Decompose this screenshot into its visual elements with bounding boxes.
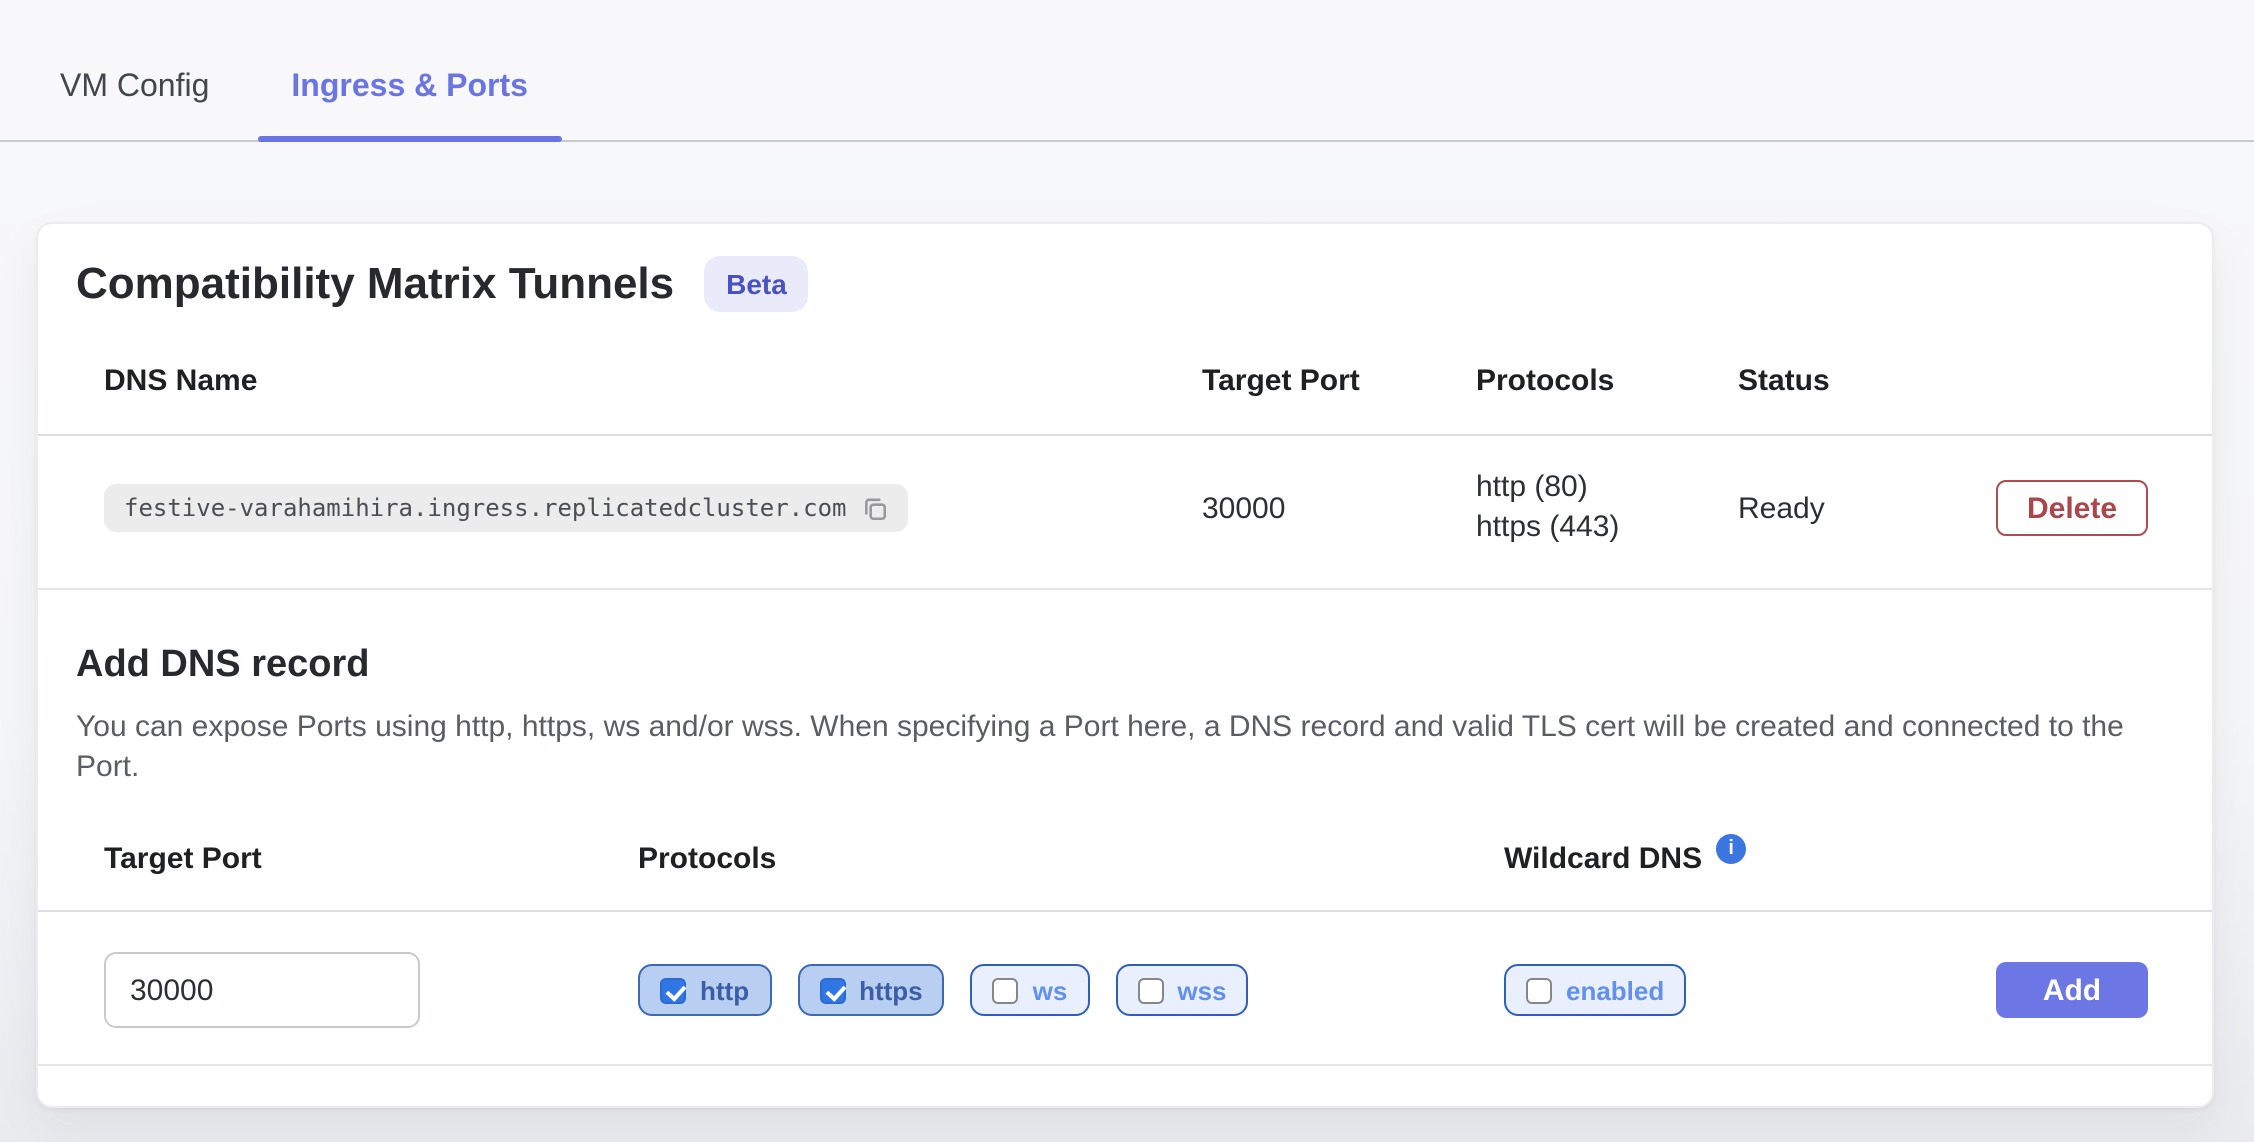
protocol-checkbox-https[interactable]: https xyxy=(797,964,945,1016)
row-target-port: 30000 xyxy=(1202,491,1476,525)
checkbox-unchecked-icon xyxy=(1137,977,1163,1003)
add-form-header: Target Port Protocols Wildcard DNS i xyxy=(38,842,2212,912)
label-target-port: Target Port xyxy=(104,842,638,876)
label-protocols: Protocols xyxy=(638,842,1504,876)
add-button[interactable]: Add xyxy=(1996,962,2148,1018)
tab-vm-config[interactable]: VM Config xyxy=(60,36,209,140)
col-header-target-port: Target Port xyxy=(1202,364,1476,398)
col-header-status: Status xyxy=(1738,364,1996,398)
wildcard-enabled-label: enabled xyxy=(1566,975,1664,1005)
copy-icon[interactable] xyxy=(862,495,888,521)
card-header: Compatibility Matrix Tunnels Beta xyxy=(38,224,2212,312)
dns-name-text: festive-varahamihira.ingress.replicatedc… xyxy=(124,494,846,522)
protocol-label-wss: wss xyxy=(1177,975,1226,1005)
protocol-checkbox-http[interactable]: http xyxy=(638,964,771,1016)
compatibility-matrix-tunnels-card: Compatibility Matrix Tunnels Beta DNS Na… xyxy=(36,222,2214,1108)
row-protocol-http: http (80) xyxy=(1476,468,1738,508)
wildcard-enabled-checkbox[interactable]: enabled xyxy=(1504,964,1686,1016)
card-title: Compatibility Matrix Tunnels xyxy=(76,256,674,312)
protocol-checkbox-ws[interactable]: ws xyxy=(971,964,1090,1016)
protocol-label-https: https xyxy=(859,975,923,1005)
add-form-row: http https ws wss enabled xyxy=(38,912,2212,1066)
row-status: Ready xyxy=(1738,491,1996,525)
table-row: festive-varahamihira.ingress.replicatedc… xyxy=(38,436,2212,590)
checkbox-checked-icon xyxy=(819,977,845,1003)
delete-button[interactable]: Delete xyxy=(1996,480,2148,536)
col-header-dns-name: DNS Name xyxy=(104,364,1202,398)
checkbox-checked-icon xyxy=(660,977,686,1003)
tab-bar: VM Config Ingress & Ports xyxy=(0,0,2254,142)
protocol-checkbox-group: http https ws wss xyxy=(638,964,1504,1016)
add-dns-record-description: You can expose Ports using http, https, … xyxy=(76,708,2166,786)
protocol-label-http: http xyxy=(700,975,749,1005)
beta-badge: Beta xyxy=(704,256,809,312)
tunnels-table-header: DNS Name Target Port Protocols Status xyxy=(38,364,2212,436)
tab-ingress-ports[interactable]: Ingress & Ports xyxy=(257,36,562,140)
dns-name-pill: festive-varahamihira.ingress.replicatedc… xyxy=(104,484,908,532)
protocol-label-ws: ws xyxy=(1033,975,1068,1005)
row-protocol-https: https (443) xyxy=(1476,508,1738,548)
info-icon[interactable]: i xyxy=(1716,834,1746,864)
target-port-input[interactable] xyxy=(104,952,420,1028)
protocol-checkbox-wss[interactable]: wss xyxy=(1115,964,1248,1016)
col-header-protocols: Protocols xyxy=(1476,364,1738,398)
add-dns-record-title: Add DNS record xyxy=(76,642,2174,690)
label-wildcard-dns: Wildcard DNS xyxy=(1504,842,1702,876)
checkbox-unchecked-icon xyxy=(1526,977,1552,1003)
checkbox-unchecked-icon xyxy=(993,977,1019,1003)
ingress-ports-page: VM Config Ingress & Ports Compatibility … xyxy=(0,0,2254,1142)
